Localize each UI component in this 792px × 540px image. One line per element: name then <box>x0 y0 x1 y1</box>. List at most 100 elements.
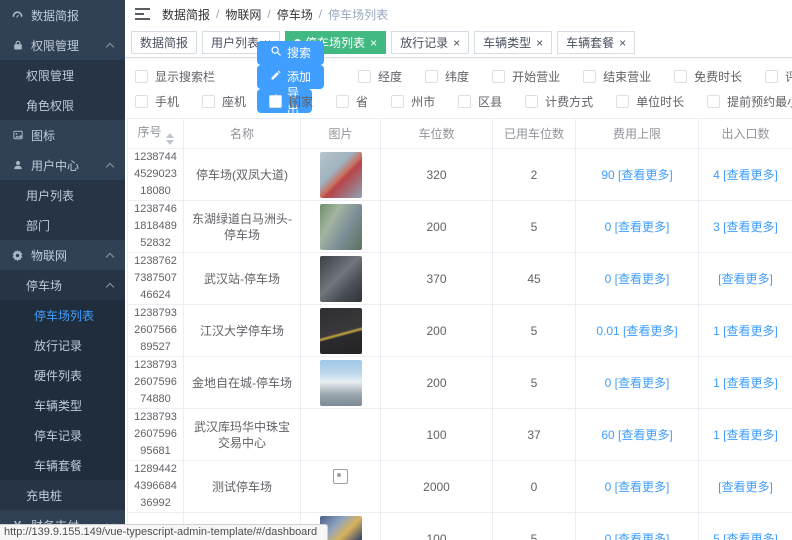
checkbox-filter[interactable]: 座机 <box>202 93 246 110</box>
checkbox-box[interactable] <box>674 70 687 83</box>
checkbox-filter[interactable]: 省 <box>336 93 368 110</box>
sidebar-toggle-hamburger-icon[interactable] <box>135 8 150 20</box>
sidebar-item-hardware-list[interactable]: 硬件列表 <box>0 360 125 390</box>
search-button[interactable]: 搜索 <box>257 41 324 65</box>
parking-lot-table-wrap: 序号名称图片车位数已用车位数费用上限出入口数 12387444529023180… <box>125 118 792 540</box>
fee-view-more-link[interactable]: 0 [查看更多] <box>605 220 670 234</box>
fee-view-more-link[interactable]: 0 [查看更多] <box>605 376 670 390</box>
tab-data-brief[interactable]: 数据简报 <box>131 31 197 54</box>
sidebar-item-perm-mgmt[interactable]: 权限管理 <box>0 30 125 60</box>
checkbox-filter[interactable]: 单位时长 <box>616 93 684 110</box>
edit-icon <box>270 69 282 84</box>
checkbox-filter[interactable]: 提前预约最小时间 <box>707 93 792 110</box>
checkbox-box[interactable] <box>336 95 349 108</box>
sidebar-item-user-list[interactable]: 用户列表 <box>0 180 125 210</box>
fee-view-more-link[interactable]: 0 [查看更多] <box>605 532 670 540</box>
column-header: 出入口数 <box>699 119 792 149</box>
fee-view-more-link[interactable]: 0.01 [查看更多] <box>596 324 677 338</box>
checkbox-filter[interactable]: 国家 <box>269 93 313 110</box>
fee-view-more-link[interactable]: 60 [查看更多] <box>601 428 672 442</box>
sidebar-item-parking-lot-list[interactable]: 停车场列表 <box>0 300 125 330</box>
checkbox-box[interactable] <box>425 70 438 83</box>
checkbox-box[interactable] <box>135 70 148 83</box>
sidebar-item-department[interactable]: 部门 <box>0 210 125 240</box>
cell-serial-number: 1238793260756689527 <box>128 305 184 357</box>
sidebar-item-pass-records[interactable]: 放行记录 <box>0 330 125 360</box>
used-spaces-value: 5 <box>531 324 538 338</box>
gates-view-more-link[interactable]: 5 [查看更多] <box>713 532 778 540</box>
checkbox-filter[interactable]: 结束营业 <box>583 68 651 85</box>
cell-name: 武汉库玛华中珠宝交易中心 <box>184 409 301 461</box>
gates-view-more-link[interactable]: 1 [查看更多] <box>713 376 778 390</box>
sidebar-item-vehicle-type[interactable]: 车辆类型 <box>0 390 125 420</box>
cell-gate-count: 3 [查看更多] <box>699 201 792 253</box>
sort-asc-caret[interactable] <box>166 133 174 138</box>
checkbox-label: 手机 <box>155 93 179 110</box>
checkbox-box[interactable] <box>616 95 629 108</box>
breadcrumb-item[interactable]: 数据简报 <box>162 6 210 23</box>
tab-vehicle-package[interactable]: 车辆套餐× <box>557 31 635 54</box>
breadcrumb-item[interactable]: 物联网 <box>225 6 261 23</box>
sidebar-item-parking-records[interactable]: 停车记录 <box>0 420 125 450</box>
checkbox-filter[interactable]: 纬度 <box>425 68 469 85</box>
checkbox-show-search-bar[interactable]: 显示搜索栏 <box>135 68 215 85</box>
sidebar-item-user-center[interactable]: 用户中心 <box>0 150 125 180</box>
close-icon[interactable]: × <box>453 37 460 49</box>
gates-view-more-link[interactable]: 3 [查看更多] <box>713 220 778 234</box>
sidebar-item-charging-pile[interactable]: 充电桩 <box>0 480 125 510</box>
checkbox-filter[interactable]: 开始营业 <box>492 68 560 85</box>
gates-value: 3 <box>713 220 720 234</box>
sort-desc-caret[interactable] <box>166 140 174 145</box>
fee-view-more-link[interactable]: 0 [查看更多] <box>605 480 670 494</box>
checkbox-filter[interactable]: 经度 <box>358 68 402 85</box>
cell-serial-number: 1238746181848952832 <box>128 201 184 253</box>
sidebar-item-label: 放行记录 <box>34 337 82 354</box>
tab-label: 车辆类型 <box>483 34 531 51</box>
checkbox-box[interactable] <box>458 95 471 108</box>
view-more-label: [查看更多] <box>615 272 670 286</box>
fee-view-more-link[interactable]: 90 [查看更多] <box>601 168 672 182</box>
sidebar-item-icons-page[interactable]: 图标 <box>0 120 125 150</box>
cell-name: 停车场(双凤大道) <box>184 149 301 201</box>
sort-icon[interactable] <box>166 133 174 145</box>
checkbox-box[interactable] <box>525 95 538 108</box>
checkbox-box[interactable] <box>391 95 404 108</box>
checkbox-filter[interactable]: 区县 <box>458 93 502 110</box>
gates-view-more-link[interactable]: 1 [查看更多] <box>713 324 778 338</box>
parking-lot-name: 江汉大学停车场 <box>190 323 294 339</box>
sidebar-item-vehicle-package[interactable]: 车辆套餐 <box>0 450 125 480</box>
fee-view-more-link[interactable]: 0 [查看更多] <box>605 272 670 286</box>
gates-value: 1 <box>713 324 720 338</box>
gates-view-more-link[interactable]: 4 [查看更多] <box>713 168 778 182</box>
sidebar-item-label: 部门 <box>26 217 50 234</box>
checkbox-box[interactable] <box>492 70 505 83</box>
sidebar-item-perm-mgmt-page[interactable]: 权限管理 <box>0 60 125 90</box>
sidebar-item-data-brief[interactable]: 数据简报 <box>0 0 125 30</box>
checkbox-box[interactable] <box>583 70 596 83</box>
checkbox-box[interactable] <box>269 95 282 108</box>
checkbox-box[interactable] <box>202 95 215 108</box>
breadcrumb-item[interactable]: 停车场 <box>277 6 313 23</box>
cell-gate-count: [查看更多] <box>699 253 792 305</box>
checkbox-box[interactable] <box>707 95 720 108</box>
checkbox-box[interactable] <box>765 70 778 83</box>
sidebar-item-iot[interactable]: 物联网 <box>0 240 125 270</box>
tab-vehicle-type[interactable]: 车辆类型 × <box>474 31 552 54</box>
checkbox-filter[interactable]: 免费时长 <box>674 68 742 85</box>
close-icon[interactable]: × <box>536 37 543 49</box>
checkbox-filter[interactable]: 计费方式 <box>525 93 593 110</box>
close-icon[interactable]: × <box>619 37 626 49</box>
gates-view-more-link[interactable]: [查看更多] <box>718 272 773 286</box>
tab-pass-records[interactable]: 放行记录× <box>391 31 469 54</box>
sidebar-item-role-perm[interactable]: 角色权限 <box>0 90 125 120</box>
close-icon[interactable]: × <box>370 37 377 49</box>
checkbox-box[interactable] <box>358 70 371 83</box>
gates-view-more-link[interactable]: [查看更多] <box>718 480 773 494</box>
sidebar-item-label: 权限管理 <box>26 67 74 84</box>
gates-view-more-link[interactable]: 1 [查看更多] <box>713 428 778 442</box>
checkbox-filter[interactable]: 评分 <box>765 68 792 85</box>
checkbox-filter[interactable]: 州市 <box>391 93 435 110</box>
sidebar-item-parking-lot[interactable]: 停车场 <box>0 270 125 300</box>
checkbox-filter[interactable]: 手机 <box>135 93 179 110</box>
checkbox-box[interactable] <box>135 95 148 108</box>
